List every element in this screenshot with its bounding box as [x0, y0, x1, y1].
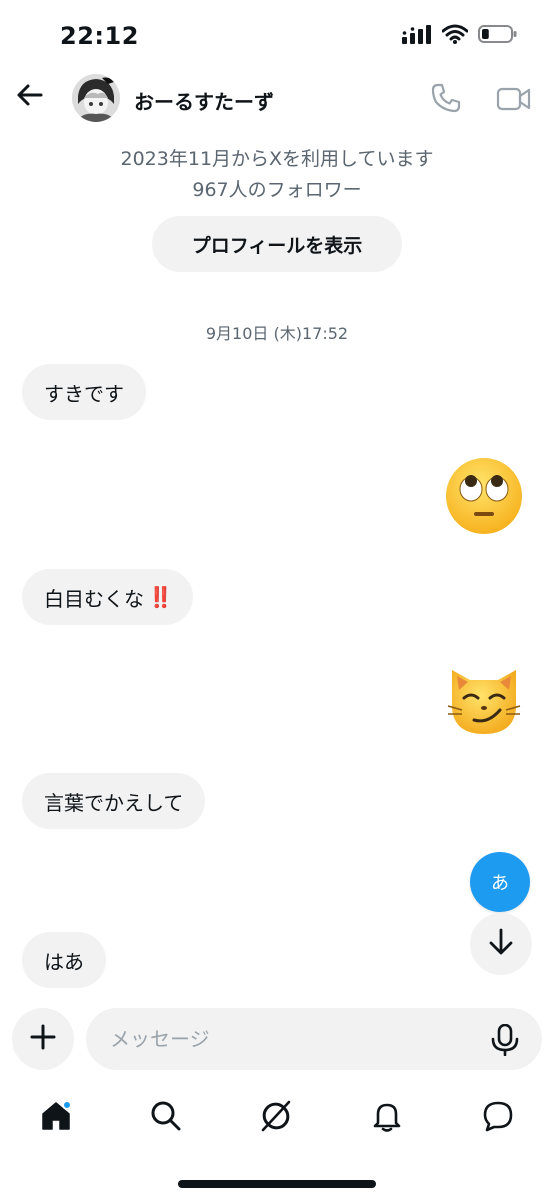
- sent-message-emoji[interactable]: [444, 658, 524, 738]
- tab-search[interactable]: [144, 1096, 188, 1140]
- add-attachment-button[interactable]: [12, 1008, 74, 1070]
- phone-icon: [430, 83, 462, 118]
- bell-icon: [371, 1100, 403, 1136]
- video-camera-icon: [496, 87, 532, 118]
- contact-name[interactable]: おーるすたーず: [134, 86, 274, 115]
- message-text: 白目むくな: [44, 586, 144, 611]
- battery-icon: [478, 24, 518, 48]
- translate-label: あ: [491, 873, 509, 894]
- message-date-label: 9月10日 (木)17:52: [205, 324, 349, 343]
- home-indicator: [178, 1180, 376, 1188]
- message-input[interactable]: [110, 1008, 470, 1070]
- signal-icon: [402, 24, 432, 48]
- bottom-tab-bar: [0, 1082, 554, 1152]
- search-icon: [150, 1100, 182, 1136]
- tab-grok[interactable]: [254, 1096, 298, 1140]
- translate-button[interactable]: あ: [470, 852, 530, 912]
- call-button[interactable]: [430, 82, 462, 114]
- tab-notifications[interactable]: [365, 1096, 409, 1140]
- grok-icon: [259, 1099, 293, 1137]
- status-time: 22:12: [60, 22, 139, 50]
- voice-message-button[interactable]: [490, 1023, 520, 1057]
- cat-with-wry-smile-icon: [444, 670, 524, 742]
- received-message[interactable]: はあ: [22, 932, 106, 988]
- conversation-header: おーるすたーず: [0, 70, 554, 126]
- chat-bubble-icon: [482, 1100, 514, 1136]
- follower-count-text: 967人のフォロワー: [192, 179, 362, 201]
- video-call-button[interactable]: [496, 84, 532, 114]
- avatar[interactable]: [72, 74, 120, 122]
- message-text: はあ: [44, 949, 84, 974]
- home-badge-dot: [62, 1100, 72, 1110]
- scroll-to-bottom-button[interactable]: [470, 913, 532, 975]
- received-message[interactable]: 白目むくな ‼️: [22, 569, 193, 625]
- microphone-icon: [490, 1023, 520, 1060]
- double-exclamation-icon: ‼️: [148, 585, 173, 609]
- view-profile-button[interactable]: プロフィールを表示: [152, 216, 402, 272]
- message-input-container: [86, 1008, 542, 1070]
- plus-icon: [30, 1024, 56, 1054]
- message-text: 言葉でかえして: [44, 790, 184, 815]
- status-icons: [402, 24, 518, 48]
- arrow-left-icon: [15, 83, 43, 111]
- tab-messages[interactable]: [476, 1096, 520, 1140]
- face-with-rolling-eyes-icon: [444, 458, 524, 540]
- joined-date-text: 2023年11月からXを利用しています: [120, 148, 434, 170]
- status-bar: 22:12: [0, 0, 554, 70]
- received-message[interactable]: すきです: [22, 364, 146, 420]
- sent-message-emoji[interactable]: [444, 456, 524, 536]
- message-composer: [0, 1004, 554, 1074]
- back-button[interactable]: [12, 80, 46, 114]
- received-message[interactable]: 言葉でかえして: [22, 773, 206, 829]
- message-text: すきです: [44, 381, 124, 406]
- wifi-icon: [441, 24, 469, 48]
- tab-home[interactable]: [34, 1096, 78, 1140]
- arrow-down-icon: [488, 928, 514, 960]
